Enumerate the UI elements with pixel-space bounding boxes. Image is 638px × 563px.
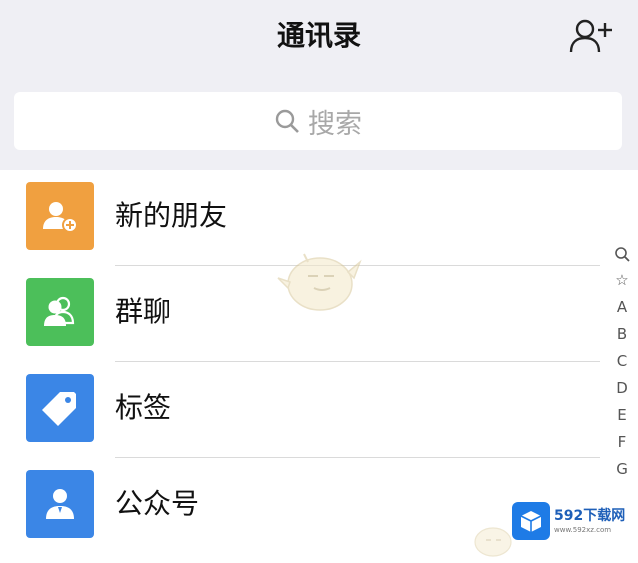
menu-item-label: 群聊 bbox=[115, 295, 172, 328]
watermark-url: www.592xz.com bbox=[554, 526, 612, 534]
index-item[interactable]: ☆ bbox=[608, 267, 636, 294]
index-item[interactable]: C bbox=[608, 348, 636, 375]
official-account-icon bbox=[26, 470, 94, 538]
cube-logo-icon bbox=[512, 502, 550, 540]
group-chat-icon bbox=[26, 278, 94, 346]
header: 通讯录 bbox=[0, 0, 638, 80]
mascot-watermark-small-icon bbox=[474, 527, 512, 557]
new-friend-icon bbox=[26, 182, 94, 250]
search-bar: 搜索 bbox=[0, 80, 638, 164]
index-item[interactable]: A bbox=[608, 294, 636, 321]
tag-icon bbox=[26, 374, 94, 442]
menu-item-label: 标签 bbox=[115, 391, 172, 424]
menu-item-tags[interactable]: 标签 bbox=[0, 362, 600, 458]
index-item[interactable]: E bbox=[608, 402, 636, 429]
index-item[interactable]: B bbox=[608, 321, 636, 348]
index-item[interactable]: G bbox=[608, 456, 636, 483]
index-search-icon[interactable] bbox=[608, 240, 636, 267]
mascot-watermark-icon bbox=[277, 253, 362, 311]
watermark-brand: 592下载网 bbox=[554, 508, 626, 524]
search-placeholder: 搜索 bbox=[308, 108, 362, 140]
search-input[interactable]: 搜索 bbox=[14, 92, 622, 150]
menu-item-label: 新的朋友 bbox=[115, 199, 228, 232]
alphabet-index-bar[interactable]: ☆ A B C D E F G bbox=[608, 240, 636, 480]
page-title: 通讯录 bbox=[276, 19, 361, 52]
add-user-icon bbox=[569, 19, 612, 53]
index-item[interactable]: F bbox=[608, 429, 636, 456]
menu-item-label: 公众号 bbox=[115, 487, 200, 520]
site-watermark: 592下载网 www.592xz.com bbox=[512, 501, 636, 541]
search-icon bbox=[275, 109, 299, 133]
add-contact-button[interactable] bbox=[568, 16, 616, 56]
index-item[interactable]: D bbox=[608, 375, 636, 402]
